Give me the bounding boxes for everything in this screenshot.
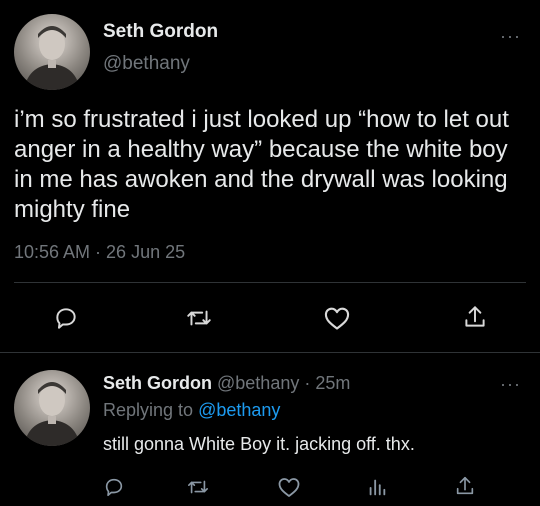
replying-handle-link[interactable]: @bethany [198,400,280,420]
author-name[interactable]: Seth Gordon [103,21,218,43]
reply-icon[interactable] [53,305,79,331]
share-icon[interactable] [454,474,476,498]
more-options-button[interactable]: ··· [500,374,521,395]
reply-text: still gonna White Boy it. jacking off. t… [103,434,415,454]
like-icon[interactable] [277,476,301,498]
tweet-timestamp[interactable]: 10:56 AM · 26 Jun 25 [14,242,185,263]
analytics-icon[interactable] [366,476,388,498]
author-handle[interactable]: @bethany [103,53,190,75]
author-name[interactable]: Seth Gordon [103,373,212,393]
tweet-text: i’m so frustrated i just looked up “how … [14,106,509,223]
avatar[interactable] [14,370,90,446]
author-handle-time[interactable]: @bethany · 25m [217,373,350,393]
like-icon[interactable] [323,305,351,331]
reply-icon[interactable] [103,476,125,498]
avatar[interactable] [14,14,90,90]
share-icon[interactable] [462,303,488,331]
replying-to: Replying to @bethany [103,400,280,421]
reply-header: Seth Gordon @bethany · 25m [103,373,350,394]
more-options-button[interactable]: ··· [500,26,521,47]
divider [14,282,526,283]
divider [0,352,540,353]
replying-prefix: Replying to [103,400,199,420]
retweet-icon[interactable] [186,476,210,498]
retweet-icon[interactable] [185,305,213,331]
